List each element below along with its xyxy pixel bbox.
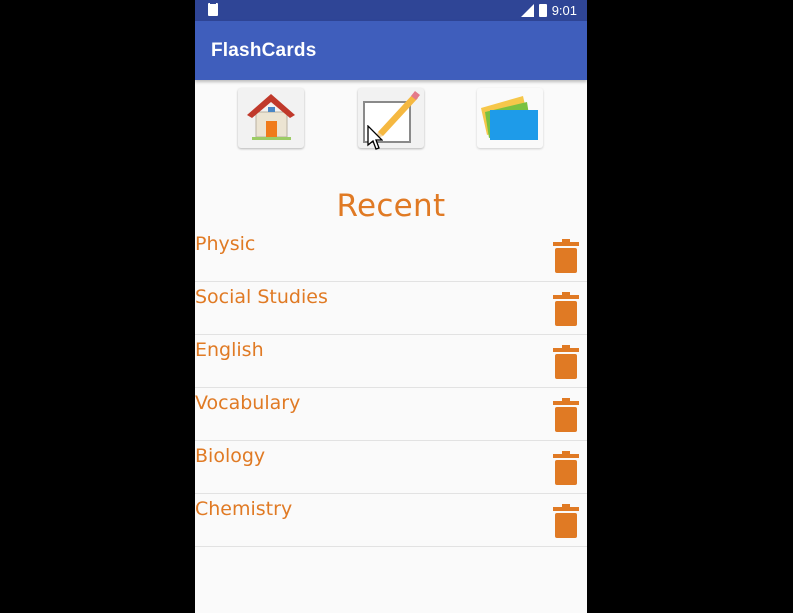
trash-icon[interactable] xyxy=(553,345,579,379)
item-label: Vocabulary xyxy=(195,392,301,414)
signal-icon xyxy=(520,4,534,17)
home-button[interactable] xyxy=(238,88,304,148)
item-label: Biology xyxy=(195,445,266,467)
trash-icon[interactable] xyxy=(553,504,579,538)
toolbar xyxy=(195,80,587,156)
sd-card-icon xyxy=(208,1,218,16)
status-bar: 9:01 xyxy=(195,0,587,21)
trash-icon[interactable] xyxy=(553,398,579,432)
list-item[interactable]: Social Studies xyxy=(195,282,587,335)
list-item[interactable]: English xyxy=(195,335,587,388)
list-item[interactable]: Biology xyxy=(195,441,587,494)
item-label: Social Studies xyxy=(195,286,328,308)
trash-icon[interactable] xyxy=(553,451,579,485)
trash-icon[interactable] xyxy=(553,292,579,326)
list-item[interactable]: Physic xyxy=(195,229,587,282)
recent-heading: Recent xyxy=(336,188,446,224)
list-item[interactable]: Vocabulary xyxy=(195,388,587,441)
trash-icon[interactable] xyxy=(553,239,579,273)
status-time: 9:01 xyxy=(551,3,577,18)
cards-button[interactable] xyxy=(477,88,543,148)
battery-icon xyxy=(538,4,547,17)
phone-screen: 9:01 FlashCards Recent Physic Social Stu… xyxy=(195,0,587,613)
item-label: English xyxy=(195,339,264,361)
recent-list: Physic Social Studies English Vocabulary… xyxy=(195,229,587,547)
app-bar: FlashCards xyxy=(195,21,587,80)
item-label: Physic xyxy=(195,233,256,255)
item-label: Chemistry xyxy=(195,498,293,520)
list-item[interactable]: Chemistry xyxy=(195,494,587,547)
mouse-cursor-icon xyxy=(367,125,383,150)
home-icon xyxy=(247,94,295,140)
app-title: FlashCards xyxy=(211,40,317,61)
cards-icon xyxy=(481,96,538,140)
